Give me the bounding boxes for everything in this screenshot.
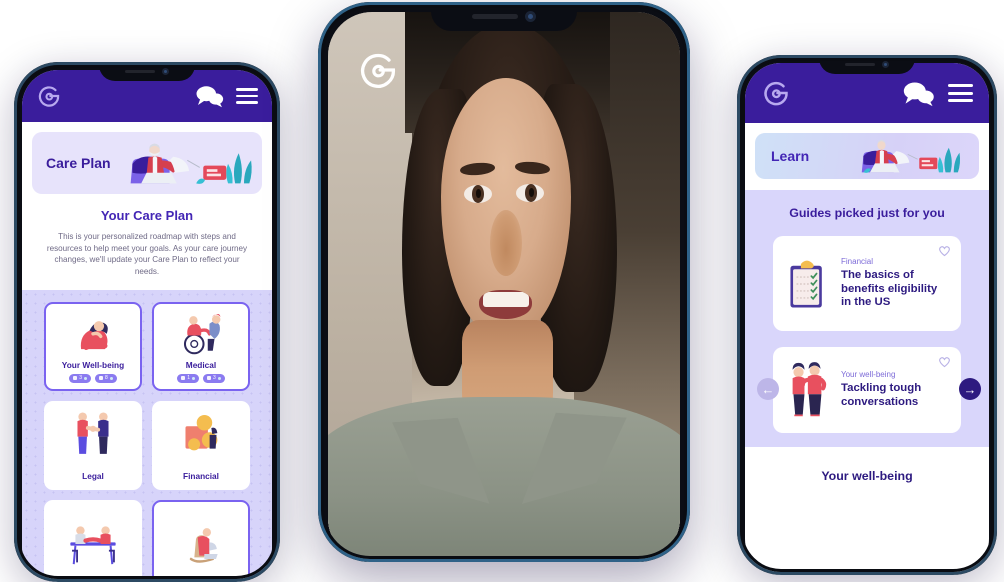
- clipboard-checklist-illustration: [790, 260, 822, 308]
- front-camera: [882, 61, 889, 68]
- care-plan-heading: Your Care Plan: [100, 208, 194, 223]
- seated-person-illustration: [80, 321, 108, 350]
- pill-dot: [192, 376, 195, 380]
- category-card-extra-2[interactable]: [152, 499, 250, 582]
- hamburger-menu-icon[interactable]: [948, 84, 973, 102]
- center-phone-screen: [328, 12, 680, 562]
- person-reading-in-armchair-illustration: [130, 143, 252, 184]
- care-plan-banner[interactable]: Care Plan: [32, 132, 262, 194]
- left-phone-device: Care Plan Your Care Plan This is your pe…: [14, 62, 280, 582]
- coins-and-box-illustration: [185, 415, 218, 451]
- screenshot-stage: Care Plan Your Care Plan This is your pe…: [0, 0, 1004, 582]
- guides-section: Guides picked just for you Financial The…: [745, 190, 989, 447]
- person-reading-in-armchair-illustration: [861, 139, 961, 173]
- earpiece-speaker: [472, 14, 518, 19]
- carousel-next-button[interactable]: →: [959, 378, 981, 400]
- pill-badge: 3: [203, 373, 225, 383]
- pill-dot: [109, 376, 113, 380]
- category-card-extra-1[interactable]: [44, 499, 142, 582]
- pill-icon: [73, 376, 78, 381]
- category-card-financial[interactable]: Financial: [152, 400, 250, 490]
- subject-nose: [489, 210, 522, 276]
- category-card-label: Medical: [185, 359, 217, 370]
- heart-outline-icon[interactable]: [938, 356, 951, 368]
- pill-icon: [99, 376, 103, 381]
- wellbeing-footer-section: Your well-being: [745, 447, 989, 483]
- right-phone-notch: [819, 55, 915, 74]
- chat-bubbles-icon[interactable]: [195, 84, 225, 108]
- right-phone-screen: Learn Guides picked just for you Financi…: [745, 63, 989, 575]
- pill-value: 1: [187, 375, 190, 382]
- handshake-illustration: [77, 412, 109, 455]
- category-card-pills: 3 8: [69, 373, 117, 383]
- care-plan-body: This is your personalized roadmap with s…: [46, 232, 248, 277]
- guide-card-title: Tackling tough conversations: [841, 382, 922, 408]
- front-camera: [525, 11, 536, 22]
- pill-icon: [207, 376, 211, 381]
- carousel-prev-button[interactable]: ←: [757, 378, 779, 400]
- learn-banner-title: Learn: [771, 148, 810, 164]
- category-card-label: Your Well-being: [61, 359, 125, 370]
- brand-logo-icon[interactable]: [356, 48, 400, 92]
- learn-banner-section: Learn: [745, 123, 989, 190]
- guide-card-wellbeing[interactable]: Your well-being Tackling tough conversat…: [773, 347, 961, 433]
- guide-card-category: Your well-being: [841, 370, 896, 380]
- two-people-standing-illustration: [792, 362, 827, 417]
- video-call-feed[interactable]: [328, 12, 680, 562]
- category-card-label: Financial: [183, 471, 219, 482]
- wellbeing-footer-heading: Your well-being: [821, 469, 913, 483]
- pill-badge: 3: [69, 373, 91, 383]
- guide-card-financial[interactable]: Financial The basics of benefits eligibi…: [773, 236, 961, 331]
- category-card-label: Legal: [82, 471, 104, 482]
- pill-dot: [217, 376, 221, 380]
- guide-card-category: Financial: [841, 256, 874, 266]
- category-card-grid: Your Well-being 3 8 Medical 1 3 Legal Fi…: [44, 301, 250, 582]
- pill-badge: 8: [95, 373, 117, 383]
- center-phone-device: [318, 2, 690, 562]
- pill-badge: 1: [177, 373, 199, 383]
- guide-card-title: The basics of benefits eligibility in th…: [841, 268, 938, 309]
- subject-teeth: [482, 291, 529, 307]
- subject-pupil-right: [528, 188, 535, 197]
- category-card-legal[interactable]: Legal: [44, 400, 142, 490]
- people-at-table-illustration: [70, 526, 116, 565]
- pill-value: 3: [213, 375, 216, 382]
- front-camera: [162, 68, 169, 75]
- pill-dot: [84, 376, 87, 380]
- care-plan-category-grid: Your Well-being 3 8 Medical 1 3 Legal Fi…: [22, 289, 272, 582]
- category-card-medical[interactable]: Medical 1 3: [152, 301, 250, 391]
- care-plan-banner-title: Care Plan: [46, 155, 111, 171]
- center-phone-notch: [431, 2, 577, 31]
- left-phone-notch: [99, 62, 195, 81]
- pill-icon: [181, 376, 186, 381]
- earpiece-speaker: [125, 69, 155, 74]
- chat-bubbles-icon[interactable]: [902, 80, 936, 107]
- earpiece-speaker: [845, 62, 875, 67]
- brand-logo-icon[interactable]: [761, 78, 791, 108]
- left-intro-section: Care Plan Your Care Plan This is your pe…: [22, 122, 272, 290]
- right-phone-device: Learn Guides picked just for you Financi…: [737, 55, 997, 575]
- brand-logo-icon[interactable]: [36, 83, 62, 109]
- category-card-pills: 1 3: [177, 373, 225, 383]
- pill-value: 8: [105, 375, 108, 382]
- wheelchair-caregiver-illustration: [183, 313, 221, 355]
- left-phone-screen: Care Plan Your Care Plan This is your pe…: [22, 70, 272, 582]
- person-in-rocking-chair-illustration: [189, 528, 218, 564]
- hamburger-menu-icon[interactable]: [236, 88, 258, 104]
- heart-outline-icon[interactable]: [938, 245, 951, 257]
- learn-banner[interactable]: Learn: [755, 133, 979, 179]
- category-card-wellbeing[interactable]: Your Well-being 3 8: [44, 301, 142, 391]
- pill-value: 3: [79, 375, 82, 382]
- guides-section-heading: Guides picked just for you: [789, 206, 945, 220]
- subject-shirt: [328, 397, 680, 562]
